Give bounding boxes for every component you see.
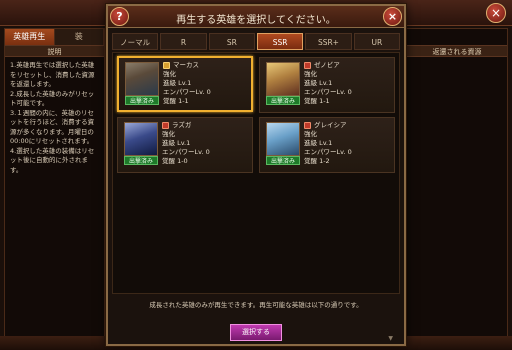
tab-ssr[interactable]: SSR <box>256 33 304 50</box>
deployed-badge: 出撃済み <box>266 96 300 105</box>
hero-info: マーカス 強化 進級 Lv.1 エンパワーLv. 0 覚醒 1-1 <box>163 61 251 106</box>
hero-portrait <box>124 122 158 156</box>
deployed-badge: 出撃済み <box>266 156 300 165</box>
tab-ssr-plus[interactable]: SSR+ <box>305 33 352 50</box>
returned-resources-header: 返還される資源 <box>407 45 507 57</box>
hero-empower: エンパワーLv. 0 <box>304 88 352 96</box>
hero-enhance: 強化 <box>162 130 175 138</box>
tab-ur[interactable]: UR <box>353 33 400 50</box>
hero-card-marcus[interactable]: 出撃済み マーカス 強化 進級 Lv.1 エンパワーLv. 0 覚醒 1-1 <box>117 56 253 112</box>
rarity-tabs: ノーマル R SR SSR SSR+ UR <box>112 33 400 50</box>
hint-text: 成長された英雄のみが再生できます。再生可能な英雄は以下の通りです。 <box>149 301 363 309</box>
hero-empower: エンパワーLv. 0 <box>163 88 211 96</box>
shield-icon <box>163 62 170 69</box>
tab-hero-rebirth[interactable]: 英雄再生 <box>5 29 55 45</box>
hero-awakening: 覚醒 1-1 <box>304 97 330 105</box>
tab-normal[interactable]: ノーマル <box>112 33 159 50</box>
hero-info: ゼノビア 強化 進級 Lv.1 エンパワーLv. 0 覚醒 1-1 <box>304 61 392 106</box>
sword-icon <box>304 122 311 129</box>
deployed-badge: 出撃済み <box>125 96 159 105</box>
hero-name: ゼノビア <box>314 61 340 69</box>
sword-icon <box>304 62 311 69</box>
close-button[interactable]: × <box>383 7 402 26</box>
hero-promotion: 進級 Lv.1 <box>304 79 333 87</box>
hero-info: グレイシア 強化 進級 Lv.1 エンパワーLv. 0 覚醒 1-2 <box>304 121 392 166</box>
hero-name: マーカス <box>173 61 199 69</box>
hero-promotion: 進級 Lv.1 <box>304 139 333 147</box>
hero-awakening: 覚醒 1-0 <box>162 157 188 165</box>
hero-awakening: 覚醒 1-2 <box>304 157 330 165</box>
hero-portrait <box>125 62 159 96</box>
hero-empower: エンパワーLv. 0 <box>304 148 352 156</box>
tab-equipment[interactable]: 装 <box>54 29 104 45</box>
hero-name: グレイシア <box>314 121 347 129</box>
hero-select-modal: ? 再生する英雄を選択してください。 × ノーマル R SR SSR SSR+ … <box>106 4 406 346</box>
hero-promotion: 進級 Lv.1 <box>163 79 192 87</box>
tab-sr[interactable]: SR <box>208 33 255 50</box>
hero-portrait <box>266 122 300 156</box>
description-panel: 英雄再生 装 説明 1.英雄再生では選択した英雄をリセットし、消費した資源を返還… <box>4 28 105 344</box>
left-tabs: 英雄再生 装 <box>5 29 104 45</box>
hero-promotion: 進級 Lv.1 <box>162 139 191 147</box>
modal-title: 再生する英雄を選択してください。 <box>176 15 336 26</box>
modal-header: ? 再生する英雄を選択してください。 × <box>108 6 404 28</box>
hero-portrait <box>266 62 300 96</box>
select-button[interactable]: 選択する <box>230 324 282 341</box>
hero-info: ラズガ 強化 進級 Lv.1 エンパワーLv. 0 覚醒 1-0 <box>162 121 250 166</box>
hero-awakening: 覚醒 1-1 <box>163 97 189 105</box>
hero-card-razga[interactable]: 出撃済み ラズガ 強化 進級 Lv.1 エンパワーLv. 0 覚醒 1-0 <box>117 117 253 173</box>
hero-enhance: 強化 <box>304 70 317 78</box>
hero-card-zenobia[interactable]: 出撃済み ゼノビア 強化 進級 Lv.1 エンパワーLv. 0 覚醒 1-1 <box>259 57 395 113</box>
tab-r[interactable]: R <box>160 33 207 50</box>
returned-resources-panel: 返還される資源 <box>406 28 508 344</box>
description-header: 説明 <box>5 45 104 57</box>
description-text: 1.英雄再生では選択した英雄をリセットし、消費した資源を返還します。 2.成長し… <box>10 61 95 174</box>
hero-enhance: 強化 <box>163 70 176 78</box>
hero-enhance: 強化 <box>304 130 317 138</box>
page-close-button[interactable]: × <box>486 3 506 23</box>
deployed-badge: 出撃済み <box>124 156 158 165</box>
hero-list: 出撃済み マーカス 強化 進級 Lv.1 エンパワーLv. 0 覚醒 1-1 出… <box>112 52 400 342</box>
hero-empower: エンパワーLv. 0 <box>162 148 210 156</box>
hero-card-glacia[interactable]: 出撃済み グレイシア 強化 進級 Lv.1 エンパワーLv. 0 覚醒 1-2 <box>259 117 395 173</box>
hero-name: ラズガ <box>172 121 192 129</box>
sword-icon <box>162 122 169 129</box>
scroll-down-icon[interactable]: ▼ <box>388 335 393 342</box>
